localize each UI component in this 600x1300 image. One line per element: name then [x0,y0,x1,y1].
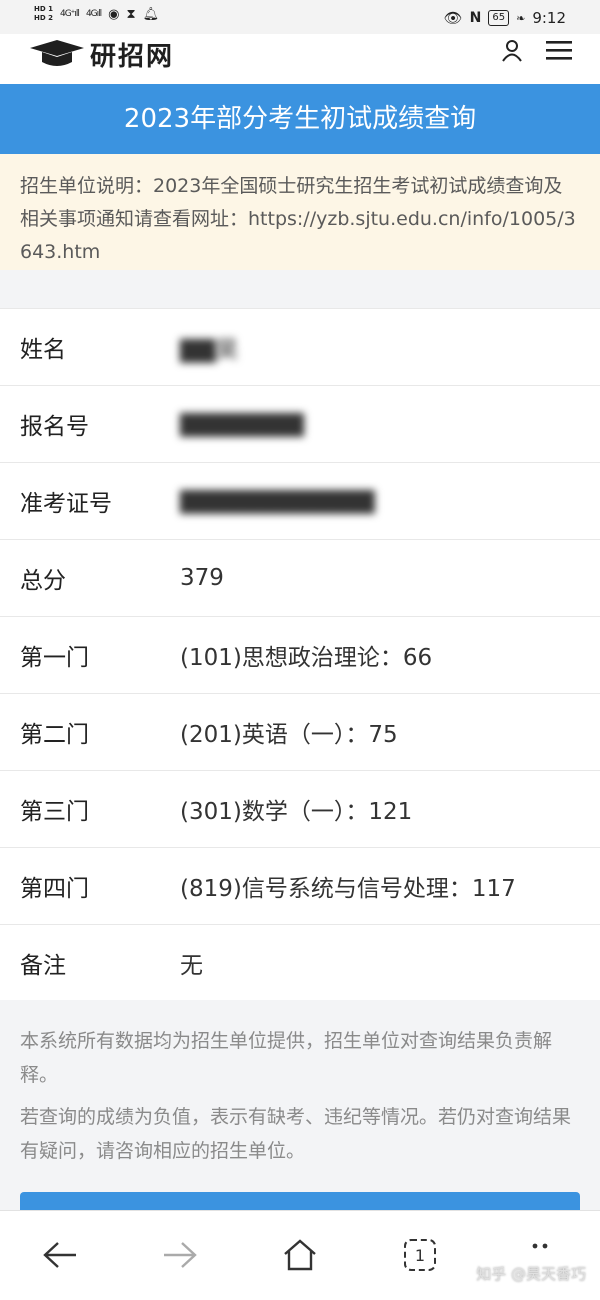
row-label: 第二门 [20,722,89,748]
signal1-icon: 4G⁺ıll [59,9,80,19]
forward-button[interactable] [160,1235,200,1275]
bell-icon: 🔔︎ [142,6,160,22]
site-header: 研招网 [0,34,600,84]
tabs-count-icon: 1 [404,1239,436,1271]
subject4-value: (819)信号系统与信号处理：117 [180,876,516,902]
table-row: 第四门 (819)信号系统与信号处理：117 [0,847,600,924]
row-label: 准考证号 [20,491,112,517]
table-row: 报名号 ▇▇▇▇▇▇▇ [0,385,600,462]
watermark: 知乎 @昊天香巧 [476,1265,586,1283]
signal2-icon: 4Gıll [85,9,102,19]
battery-icon: 65 [488,10,510,26]
logo-cap-icon [30,39,84,66]
action-button[interactable] [20,1192,580,1210]
notice-text: 招生单位说明：2023年全国硕士研究生招生考试初试成绩查询及相关事项通知请查看网… [0,154,600,270]
back-button[interactable] [40,1235,80,1275]
row-label: 姓名 [20,337,66,363]
hd-indicators: HD 1 HD 2 [34,5,53,23]
total-score-value: 379 [180,565,224,591]
hd2-label: HD 2 [34,14,53,22]
subject3-value: (301)数学（一）：121 [180,799,413,825]
page-title: 2023年部分考生初试成绩查询 [0,84,600,154]
subject1-value: (101)思想政治理论：66 [180,645,433,671]
row-label: 总分 [20,568,66,594]
table-row: 准考证号 ▇▇▇▇▇▇▇▇▇▇▇ [0,462,600,539]
disclaimer-text-2: 若查询的成绩为负值，表示有缺考、违纪等情况。若仍对查询结果有疑问，请咨询相应的招… [20,1106,572,1162]
arrow-right-icon [164,1242,197,1268]
hourglass-icon: ⧗ [126,6,136,22]
registration-number-value: ▇▇▇▇▇▇▇ [180,411,304,437]
leaf-icon: ❧ [516,11,526,25]
disclaimer-section: 本系统所有数据均为招生单位提供，招生单位对查询结果负责解释。 若查询的成绩为负值… [0,1000,600,1210]
row-label: 报名号 [20,414,89,440]
score-table: 姓名 ▇▇昊 报名号 ▇▇▇▇▇▇▇ 准考证号 ▇▇▇▇▇▇▇▇▇▇▇ 总分 3… [0,308,600,1001]
eye-icon: 👁︎ [443,9,463,27]
home-icon [284,1239,316,1271]
table-row: 第三门 (301)数学（一）：121 [0,770,600,847]
table-row: 第二门 (201)英语（一）：75 [0,693,600,770]
table-row: 姓名 ▇▇昊 [0,308,600,385]
arrow-left-icon [43,1242,76,1268]
row-label: 第三门 [20,799,89,825]
admission-number-value: ▇▇▇▇▇▇▇▇▇▇▇ [180,488,375,514]
site-logo[interactable]: 研招网 [30,36,174,73]
table-row: 备注 无 [0,924,600,1001]
header-actions [500,38,572,62]
row-label: 第四门 [20,876,89,902]
subject2-value: (201)英语（一）：75 [180,722,398,748]
browser-nav-bar: 1 知乎 @昊天香巧 [0,1210,600,1300]
wifi-icon: ◉ [108,6,120,22]
tabs-count: 1 [414,1245,426,1265]
home-button[interactable] [280,1235,320,1275]
logo-text: 研招网 [90,42,175,72]
row-label: 第一门 [20,645,89,671]
hd1-label: HD 1 [34,5,53,13]
tabs-button[interactable]: 1 [400,1235,440,1275]
clock-time: 9:12 [532,9,566,27]
section-divider [0,270,600,308]
row-label: 备注 [20,953,66,979]
nfc-icon: N [469,10,482,26]
menu-icon[interactable] [546,39,572,61]
name-value: ▇▇昊 [180,337,239,363]
status-bar: HD 1 HD 2 4G⁺ıll 4Gıll ◉ ⧗ 🔔︎ 👁︎ N 65 ❧ … [0,0,600,34]
status-right: 👁︎ N 65 ❧ 9:12 [444,9,566,27]
disclaimer-text-1: 本系统所有数据均为招生单位提供，招生单位对查询结果负责解释。 [20,1030,553,1086]
table-row: 第一门 (101)思想政治理论：66 [0,616,600,693]
remarks-value: 无 [180,953,203,979]
user-icon[interactable] [500,38,524,62]
status-left: HD 1 HD 2 4G⁺ıll 4Gıll ◉ ⧗ 🔔︎ [34,5,159,23]
table-row: 总分 379 [0,539,600,616]
